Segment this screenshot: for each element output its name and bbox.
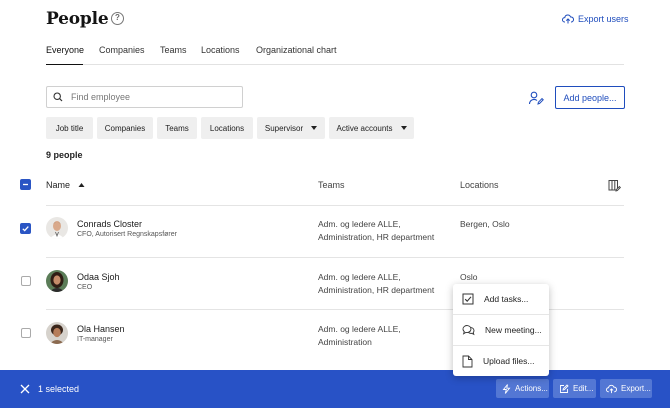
person-role: IT-manager	[77, 336, 113, 343]
tab-organizational-chart[interactable]: Organizational chart	[256, 45, 337, 65]
locations-cell: Bergen, Oslo	[460, 219, 510, 229]
teams-line: Administration	[318, 337, 372, 347]
cloud-upload-icon	[562, 14, 574, 24]
filter-locations[interactable]: Locations	[201, 117, 253, 139]
sort-ascending-icon[interactable]	[78, 182, 85, 188]
tab-locations[interactable]: Locations	[201, 45, 240, 65]
document-icon	[462, 355, 473, 367]
edit-icon	[560, 383, 569, 393]
row-checkbox[interactable]	[20, 223, 31, 234]
actions-label: Actions...	[515, 384, 548, 393]
menu-item-add-tasks[interactable]: Add tasks...	[453, 284, 549, 314]
help-icon[interactable]: ?	[111, 12, 124, 25]
column-header-name[interactable]: Name	[46, 180, 70, 190]
column-header-locations: Locations	[460, 180, 499, 190]
people-count: 9 people	[46, 150, 83, 160]
export-users-label: Export users	[578, 14, 629, 24]
minus-icon	[23, 183, 28, 186]
filter-label: Teams	[165, 123, 189, 133]
export-button[interactable]: Export...	[600, 379, 652, 398]
search-box[interactable]	[46, 86, 243, 108]
tab-teams[interactable]: Teams	[160, 45, 187, 65]
locations-cell: Oslo	[460, 272, 478, 282]
edit-button[interactable]: Edit...	[553, 379, 596, 398]
search-input[interactable]	[71, 92, 231, 102]
menu-item-new-meeting[interactable]: New meeting...	[453, 315, 549, 345]
row-divider	[46, 257, 624, 258]
teams-line: Administration, HR department	[318, 285, 435, 295]
checklist-icon	[462, 293, 474, 305]
filter-label: Locations	[209, 123, 245, 133]
menu-item-label: Upload files...	[483, 356, 535, 366]
row-checkbox[interactable]	[21, 328, 31, 338]
tab-companies[interactable]: Companies	[99, 45, 145, 65]
row-checkbox[interactable]	[21, 276, 31, 286]
avatar	[46, 217, 68, 239]
row-divider	[46, 205, 624, 206]
filter-label: Job title	[55, 123, 84, 133]
person-name[interactable]: Conrads Closter	[77, 219, 142, 229]
teams-cell: Adm. og ledere ALLE, Administration, HR …	[318, 271, 434, 297]
cloud-upload-icon	[606, 384, 617, 393]
avatar	[46, 322, 68, 344]
lightning-icon	[502, 383, 511, 394]
tab-bar: Everyone Companies Teams Locations Organ…	[46, 45, 624, 65]
teams-cell: Adm. og ledere ALLE, Administration, HR …	[318, 218, 434, 244]
menu-item-label: New meeting...	[485, 325, 542, 335]
export-users-button[interactable]: Export users	[562, 12, 629, 26]
filter-active-accounts[interactable]: Active accounts	[329, 117, 414, 139]
add-people-button[interactable]: Add people...	[555, 86, 625, 109]
select-all-checkbox[interactable]	[20, 179, 31, 190]
teams-line: Administration, HR department	[318, 232, 435, 242]
menu-item-upload-files[interactable]: Upload files...	[453, 346, 549, 376]
person-role: CEO	[77, 284, 93, 291]
teams-line: Adm. og ledere ALLE,	[318, 272, 401, 282]
teams-line: Adm. og ledere ALLE,	[318, 324, 401, 334]
person-name[interactable]: Ola Hansen	[77, 324, 125, 334]
page-title: People	[46, 9, 109, 29]
person-name[interactable]: Odaa Sjoh	[77, 272, 120, 282]
filter-teams[interactable]: Teams	[157, 117, 197, 139]
chevron-down-icon	[400, 126, 407, 130]
actions-menu: Add tasks... New meeting... Upload files…	[453, 284, 549, 376]
person-role: CFO, Autorisert Regnskapsfører	[77, 231, 177, 238]
person-edit-icon[interactable]	[528, 90, 544, 106]
teams-cell: Adm. og ledere ALLE, Administration	[318, 323, 401, 349]
actions-button[interactable]: Actions...	[496, 379, 549, 398]
filter-companies[interactable]: Companies	[97, 117, 153, 139]
close-icon[interactable]	[20, 384, 30, 394]
teams-line: Adm. og ledere ALLE,	[318, 219, 401, 229]
search-icon	[53, 92, 63, 102]
filter-job-title[interactable]: Job title	[46, 117, 93, 139]
chevron-down-icon	[311, 126, 318, 130]
filter-label: Companies	[104, 123, 146, 133]
chat-bubbles-icon	[462, 325, 475, 336]
filter-label: Supervisor	[264, 123, 304, 133]
menu-item-label: Add tasks...	[484, 294, 529, 304]
column-header-teams: Teams	[318, 180, 345, 190]
tab-everyone[interactable]: Everyone	[46, 45, 84, 65]
edit-label: Edit...	[573, 384, 594, 393]
selection-count: 1 selected	[38, 384, 80, 394]
checkmark-icon	[22, 226, 29, 232]
filter-supervisor[interactable]: Supervisor	[257, 117, 325, 139]
filter-label: Active accounts	[336, 123, 393, 133]
avatar	[46, 270, 68, 292]
column-settings-icon[interactable]	[608, 179, 621, 192]
export-label: Export...	[621, 384, 651, 393]
